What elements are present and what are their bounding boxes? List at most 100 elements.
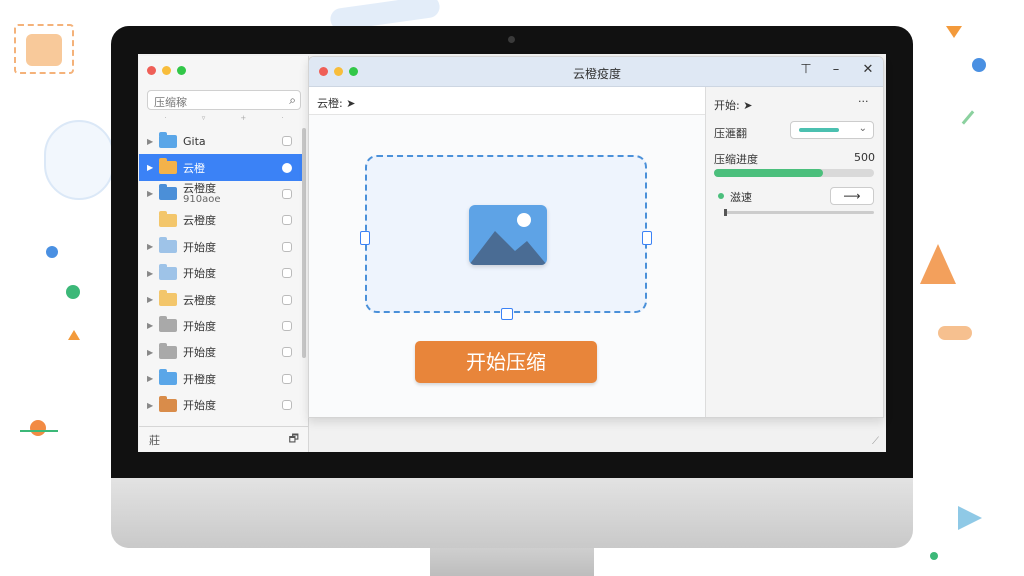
list-item[interactable]: ▶ 开始度 <box>139 392 304 418</box>
settings-panel: 开始: ➤ ··· 压滙翻 ⌄ 压缩进度 500 滋速 ⟶ <box>705 87 883 417</box>
resize-grip-icon[interactable]: ⟋ <box>872 436 879 447</box>
compress-select[interactable]: ⌄ <box>790 121 874 139</box>
image-icon <box>469 205 547 265</box>
select-value-bar <box>799 128 839 132</box>
deco-line-green <box>20 430 58 432</box>
minimize-light-icon[interactable] <box>162 66 171 75</box>
marker-icon: · <box>164 114 167 122</box>
select-checkbox[interactable] <box>282 215 292 226</box>
status-dot-icon <box>718 193 724 199</box>
folder-icon <box>159 131 177 148</box>
chevron-right-icon[interactable]: ▶ <box>147 242 159 251</box>
file-label: 开橙度 <box>183 372 216 386</box>
select-checkbox[interactable] <box>282 320 292 331</box>
tile-icon[interactable]: ⊤ <box>797 62 815 77</box>
folder-icon <box>159 290 177 307</box>
chevron-right-icon[interactable]: ▶ <box>147 401 159 410</box>
file-label: 开始度 <box>183 267 216 281</box>
deco-dot-blue <box>46 246 58 258</box>
slider-thumb[interactable] <box>724 209 727 216</box>
more-icon[interactable]: ··· <box>858 95 869 108</box>
finder-bottom-bar: 莊 🗗 <box>139 426 309 452</box>
compress-label: 压滙翻 <box>714 127 747 140</box>
search-icon[interactable]: ⌕ <box>289 93 296 108</box>
progress-fill <box>714 169 823 177</box>
list-item[interactable]: ▶ 开橙度 <box>139 366 304 392</box>
chevron-right-icon[interactable]: ▶ <box>147 269 159 278</box>
chevron-right-icon[interactable]: ▶ <box>147 163 159 172</box>
list-item[interactable]: 云橙度 <box>139 207 304 233</box>
deco-pyramid <box>920 244 956 284</box>
deco-triangle-orange <box>68 330 80 340</box>
chevron-right-icon[interactable]: ▶ <box>147 348 159 357</box>
chevron-right-icon[interactable]: ▶ <box>147 137 159 146</box>
marker-icon: ▿ <box>201 114 206 122</box>
slider[interactable] <box>724 209 874 216</box>
progress-bar <box>714 169 874 177</box>
file-list: ▶ Gita ▶ 云橙 ▶ 云橙度 910aoe 云橙度 ▶ 开始度 ▶ 开始度 ▶ 云橙度 ▶ 开始度 ▶ 开始… <box>139 128 304 418</box>
chevron-right-icon[interactable]: ▶ <box>147 295 159 304</box>
settings-icon[interactable]: 莊 <box>149 432 160 448</box>
list-item[interactable]: ▶ 云橙 <box>139 154 304 181</box>
list-item[interactable]: ▶ 云橙度 <box>139 286 304 312</box>
file-label: 云橙度 <box>183 181 216 195</box>
select-checkbox[interactable] <box>282 294 292 305</box>
column-markers: · ▿ + · <box>147 114 301 122</box>
folder-icon <box>159 263 177 280</box>
deco-line-right <box>961 110 975 125</box>
camera-icon <box>508 36 515 43</box>
compressor-window: 云橙疫度 ⊤ – ✕ 云橙: ➤ 开始压缩 开始: ➤ ··· 压滙翻 ⌄ 压缩… <box>308 56 884 418</box>
resize-handle-bottom[interactable] <box>501 308 513 320</box>
monitor-stand <box>430 548 594 576</box>
chevron-right-icon[interactable]: ▶ <box>147 374 159 383</box>
resize-handle-left[interactable] <box>360 231 370 245</box>
list-item[interactable]: ▶ 开始度 <box>139 339 304 365</box>
select-checkbox[interactable] <box>282 136 292 147</box>
traffic-lights <box>147 66 186 75</box>
list-item[interactable]: ▶ 开始度 <box>139 234 304 260</box>
select-checkbox[interactable] <box>282 188 292 199</box>
folder-icon <box>159 342 177 359</box>
minimize-icon[interactable]: – <box>827 62 845 77</box>
folder-icon <box>159 316 177 333</box>
search-placeholder: 压缩稼 <box>154 96 187 109</box>
breadcrumb[interactable]: 云橙: ➤ <box>309 87 705 115</box>
start-compress-button[interactable]: 开始压缩 <box>415 341 597 383</box>
select-checkbox[interactable] <box>282 373 292 384</box>
list-item[interactable]: ▶ 开始度 <box>139 313 304 339</box>
progress-label: 压缩进度 <box>714 153 758 166</box>
deco-cloud <box>44 120 114 200</box>
file-label: 开始度 <box>183 399 216 413</box>
titlebar: 云橙疫度 ⊤ – ✕ <box>309 57 883 87</box>
folder-icon <box>159 184 177 201</box>
file-label: 云橙 <box>183 161 205 175</box>
resize-handle-right[interactable] <box>642 231 652 245</box>
folder-icon <box>159 210 177 227</box>
monitor-chin <box>111 478 913 548</box>
view-toggle-icon[interactable]: 🗗 <box>289 430 299 449</box>
select-checkbox[interactable] <box>282 162 292 173</box>
select-checkbox[interactable] <box>282 400 292 411</box>
list-item[interactable]: ▶ Gita <box>139 128 304 154</box>
file-label: Gita <box>183 134 206 148</box>
file-label: 云橙度 <box>183 293 216 307</box>
zoom-light-icon[interactable] <box>177 66 186 75</box>
search-input[interactable]: 压缩稼 ⌕ <box>147 90 301 110</box>
chevron-right-icon[interactable]: ▶ <box>147 189 159 198</box>
select-checkbox[interactable] <box>282 268 292 279</box>
list-item[interactable]: ▶ 开始度 <box>139 260 304 286</box>
scrollbar[interactable] <box>302 128 306 358</box>
select-checkbox[interactable] <box>282 347 292 358</box>
panel-header[interactable]: 开始: ➤ <box>714 97 752 113</box>
close-light-icon[interactable] <box>147 66 156 75</box>
close-icon[interactable]: ✕ <box>859 62 877 77</box>
list-item[interactable]: ▶ 云橙度 910aoe <box>139 181 304 207</box>
arrow-button[interactable]: ⟶ <box>830 187 874 205</box>
chevron-right-icon[interactable]: ▶ <box>147 321 159 330</box>
deco-pill-orange <box>938 326 972 340</box>
folder-icon <box>159 158 177 175</box>
deco-play-outline <box>958 506 982 530</box>
folder-icon <box>159 237 177 254</box>
image-drop-zone[interactable] <box>360 155 652 320</box>
select-checkbox[interactable] <box>282 241 292 252</box>
